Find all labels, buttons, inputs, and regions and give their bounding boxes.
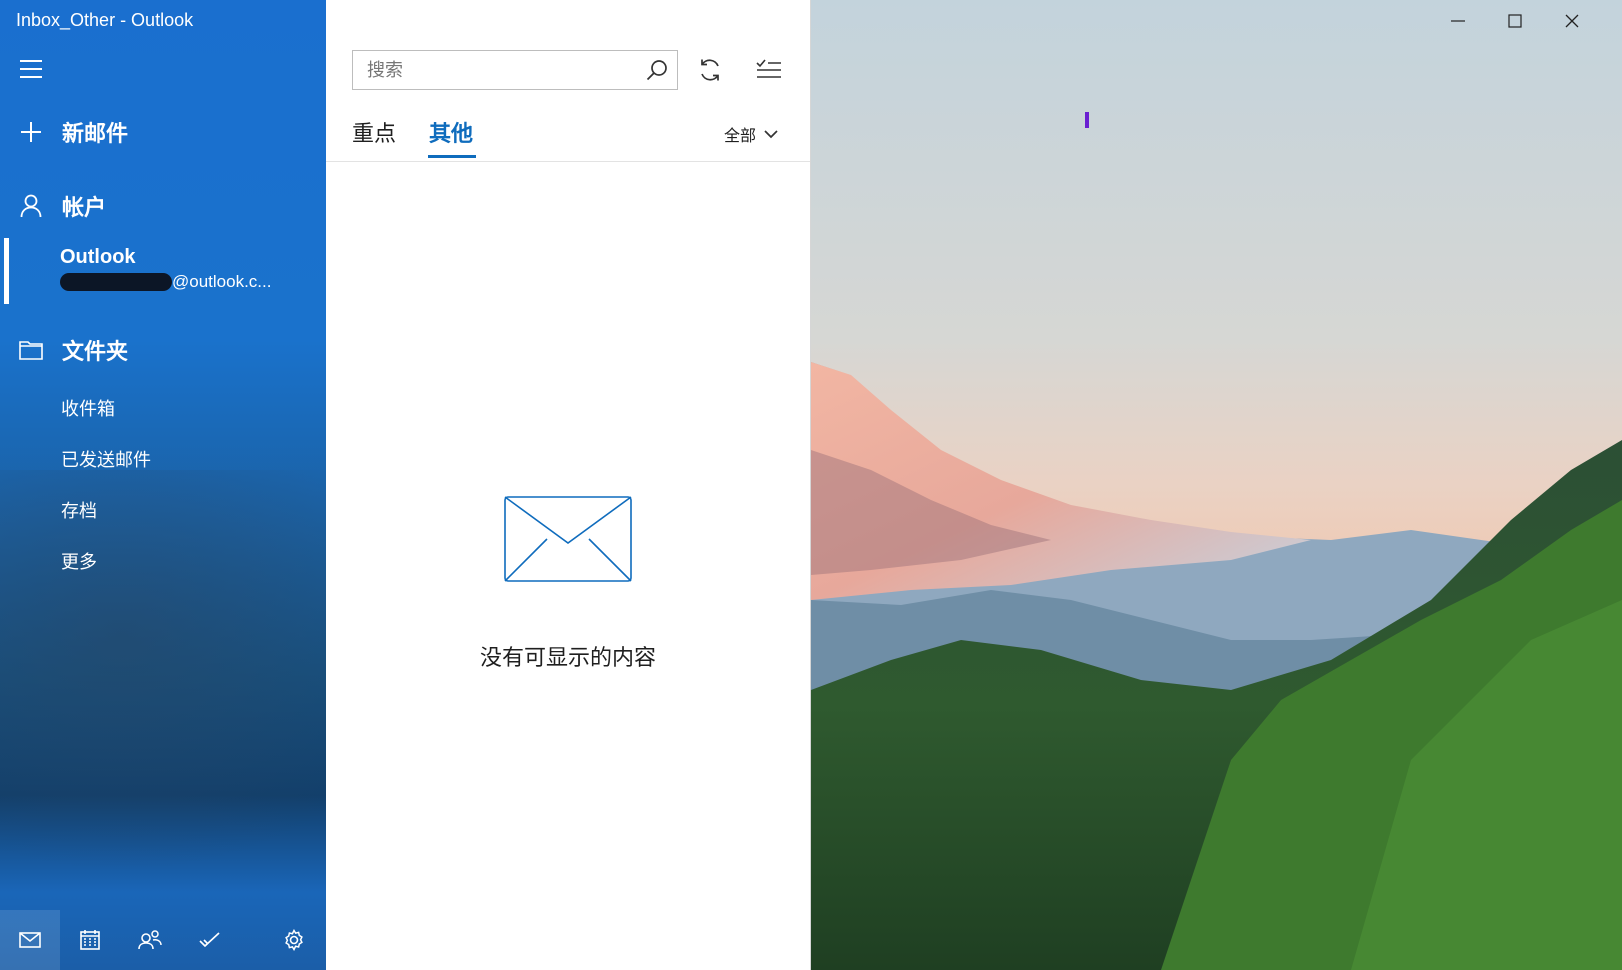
selection-mode-icon[interactable] [751,52,787,88]
window-title: Inbox_Other - Outlook [16,10,194,30]
maximize-icon[interactable] [1487,0,1543,42]
folders-label: 文件夹 [62,340,129,365]
account-name[interactable]: Outlook [60,246,136,269]
redacted-email-mark [60,273,172,291]
sidebar-background [0,470,326,890]
hamburger-menu-icon[interactable] [20,60,42,78]
new-mail-button[interactable]: 新邮件 [0,110,128,154]
people-icon[interactable] [120,910,180,970]
account-email[interactable]: @outlook.c... [60,272,271,292]
search-box[interactable] [352,50,678,90]
close-icon[interactable] [1544,0,1600,42]
text-cursor-mark [1085,112,1089,128]
sync-icon[interactable] [692,52,728,88]
accounts-label: 帐户 [62,196,107,221]
settings-icon[interactable] [264,910,324,970]
minimize-icon[interactable] [1430,0,1486,42]
message-list-pane: 重点 其他 全部 没有可显示的内容 [326,0,811,970]
folder-inbox[interactable]: 收件箱 [61,395,115,421]
search-icon[interactable] [637,51,677,89]
envelope-icon [504,496,632,586]
mail-icon[interactable] [0,910,60,970]
divider [326,161,810,162]
search-input[interactable] [353,51,637,89]
active-tab-indicator [428,155,476,158]
new-mail-label: 新邮件 [62,122,129,147]
bottom-nav-bar [0,910,326,970]
calendar-icon[interactable] [60,910,120,970]
account-email-suffix: @outlook.c... [172,272,272,291]
person-icon [0,194,62,218]
tab-focused[interactable]: 重点 [352,116,396,148]
filter-dropdown[interactable]: 全部 [724,122,778,146]
chevron-down-icon [764,129,778,138]
navigation-pane: Inbox_Other - Outlook 新邮件 帐户 Outlook @ou… [0,0,326,970]
plus-icon [0,121,62,143]
folder-icon [0,340,62,360]
folder-sent[interactable]: 已发送邮件 [61,446,151,472]
accounts-header[interactable]: 帐户 [0,184,106,228]
empty-state-message: 没有可显示的内容 [479,646,656,671]
folders-header[interactable]: 文件夹 [0,328,128,372]
landscape-image [811,0,1622,970]
folder-archive[interactable]: 存档 [61,497,97,523]
folder-more[interactable]: 更多 [61,548,97,574]
filter-label: 全部 [724,126,757,145]
selected-account-indicator [4,238,9,304]
reading-pane-background [811,0,1622,970]
todo-icon[interactable] [180,910,240,970]
tab-other[interactable]: 其他 [429,116,473,148]
